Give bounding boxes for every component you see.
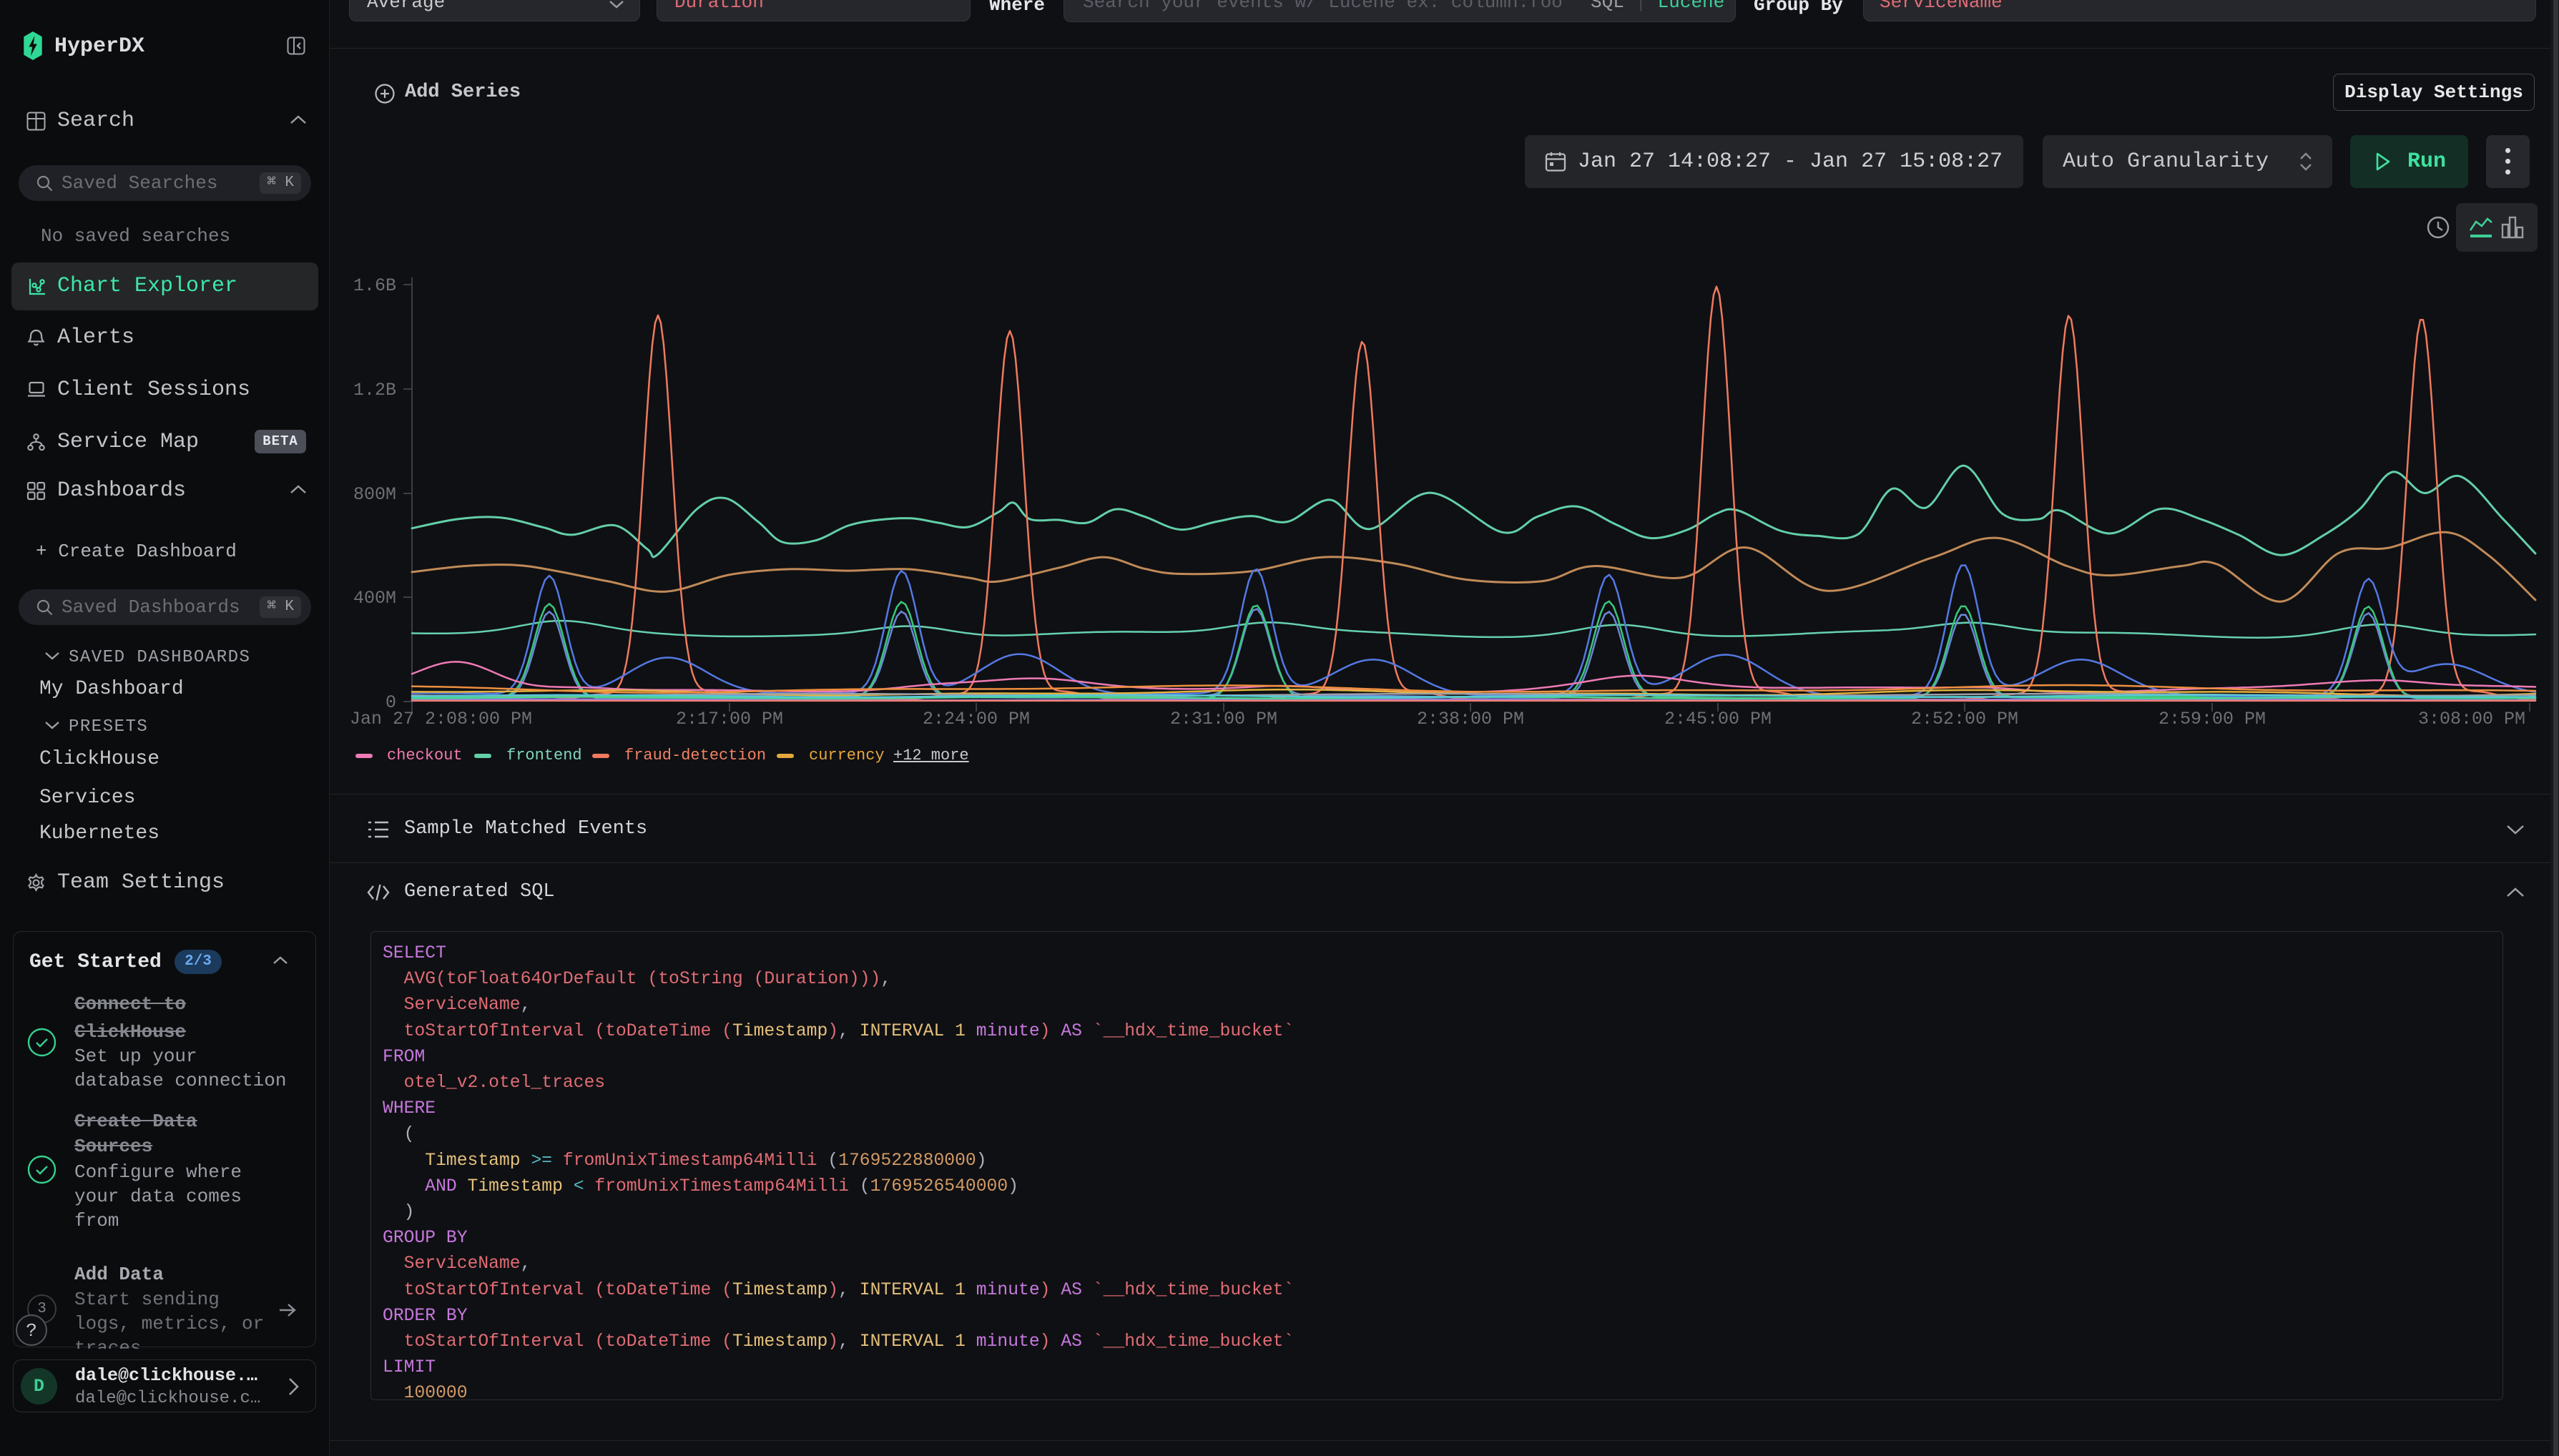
svg-text:800M: 800M bbox=[353, 484, 396, 505]
svg-text:2:31:00 PM: 2:31:00 PM bbox=[1170, 709, 1277, 729]
svg-text:2:52:00 PM: 2:52:00 PM bbox=[1911, 709, 2018, 729]
svg-text:2:38:00 PM: 2:38:00 PM bbox=[1417, 709, 1524, 729]
svg-text:2:59:00 PM: 2:59:00 PM bbox=[2158, 709, 2266, 729]
svg-text:3:08:00 PM: 3:08:00 PM bbox=[2418, 709, 2525, 729]
svg-text:2:45:00 PM: 2:45:00 PM bbox=[1664, 709, 1772, 729]
svg-text:1.6B: 1.6B bbox=[353, 275, 396, 296]
svg-text:400M: 400M bbox=[353, 588, 396, 609]
svg-text:Jan 27 2:08:00 PM: Jan 27 2:08:00 PM bbox=[350, 709, 532, 729]
svg-text:1.2B: 1.2B bbox=[353, 380, 396, 400]
svg-text:2:24:00 PM: 2:24:00 PM bbox=[923, 709, 1030, 729]
svg-text:2:17:00 PM: 2:17:00 PM bbox=[676, 709, 783, 729]
